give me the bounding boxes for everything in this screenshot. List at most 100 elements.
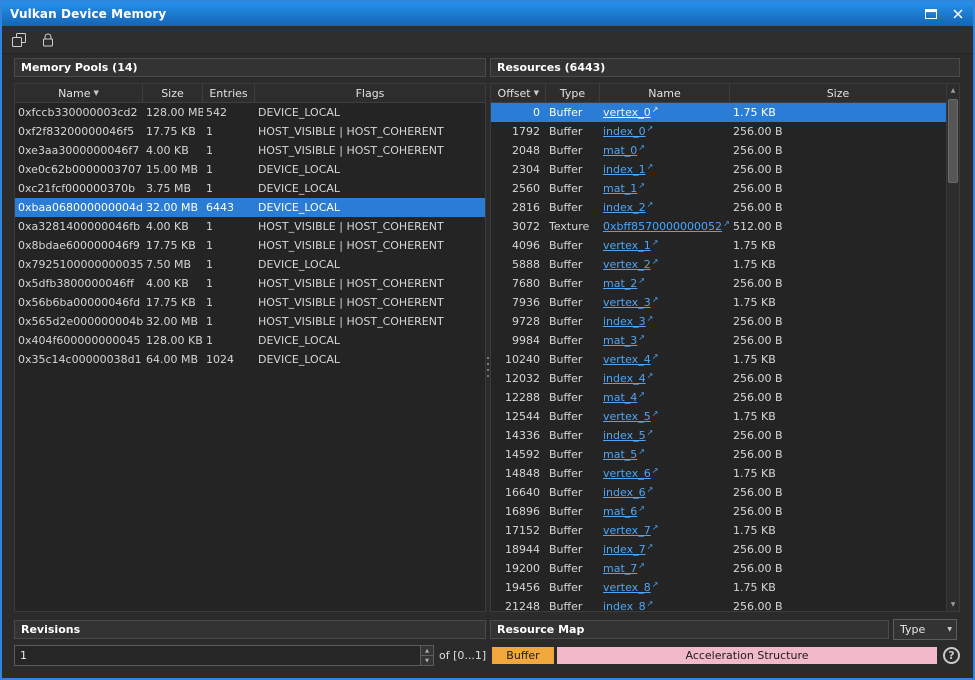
memory-pool-row[interactable]: 0xfccb330000003cd2128.00 MB542DEVICE_LOC… xyxy=(15,103,485,122)
resource-link[interactable]: index_0 xyxy=(603,125,646,138)
scrollbar-thumb[interactable] xyxy=(948,99,958,183)
revisions-header: Revisions xyxy=(14,620,486,639)
column-header-type[interactable]: Type xyxy=(546,84,600,102)
resource-row[interactable]: 19200Buffermat_7↗256.00 B xyxy=(491,559,946,578)
lock-button[interactable] xyxy=(36,29,60,51)
resource-link[interactable]: index_5 xyxy=(603,429,646,442)
external-link-icon: ↗ xyxy=(652,524,659,532)
resource-link[interactable]: vertex_3 xyxy=(603,296,651,309)
resource-row[interactable]: 2048Buffermat_0↗256.00 B xyxy=(491,141,946,160)
sort-indicator-icon: ▼ xyxy=(94,89,99,97)
scroll-down-icon[interactable]: ▼ xyxy=(947,598,959,611)
resource-link[interactable]: index_6 xyxy=(603,486,646,499)
resources-scrollbar[interactable]: ▲ ▼ xyxy=(946,84,959,611)
column-header-flags[interactable]: Flags xyxy=(255,84,485,102)
memory-pool-row[interactable]: 0xe0c62b000000370715.00 MB1DEVICE_LOCAL xyxy=(15,160,485,179)
resource-link[interactable]: vertex_6 xyxy=(603,467,651,480)
resource-map-segment-acceleration-structure[interactable]: Acceleration Structure xyxy=(557,647,937,664)
resource-row[interactable]: 17152Buffervertex_7↗1.75 KB xyxy=(491,521,946,540)
resource-link[interactable]: index_3 xyxy=(603,315,646,328)
resource-link[interactable]: index_1 xyxy=(603,163,646,176)
copy-button[interactable] xyxy=(7,29,31,51)
resource-row[interactable]: 10240Buffervertex_4↗1.75 KB xyxy=(491,350,946,369)
resource-link[interactable]: vertex_5 xyxy=(603,410,651,423)
resource-row[interactable]: 19456Buffervertex_8↗1.75 KB xyxy=(491,578,946,597)
resource-link[interactable]: vertex_7 xyxy=(603,524,651,537)
column-header-resource-size[interactable]: Size xyxy=(730,84,946,102)
resource-row[interactable]: 2560Buffermat_1↗256.00 B xyxy=(491,179,946,198)
resource-row[interactable]: 5888Buffervertex_2↗1.75 KB xyxy=(491,255,946,274)
resource-row[interactable]: 2816Bufferindex_2↗256.00 B xyxy=(491,198,946,217)
resource-link[interactable]: vertex_0 xyxy=(603,106,651,119)
resource-map-segment-buffer[interactable]: Buffer xyxy=(492,647,554,664)
memory-pool-row[interactable]: 0x8bdae600000046f917.75 KB1HOST_VISIBLE … xyxy=(15,236,485,255)
memory-pool-row[interactable]: 0x5dfb3800000046ff4.00 KB1HOST_VISIBLE |… xyxy=(15,274,485,293)
resource-link[interactable]: mat_2 xyxy=(603,277,637,290)
scroll-up-icon[interactable]: ▲ xyxy=(947,84,959,97)
resource-row[interactable]: 14592Buffermat_5↗256.00 B xyxy=(491,445,946,464)
revision-spinbox[interactable]: 1 ▲ ▼ xyxy=(14,645,434,666)
memory-pool-row[interactable]: 0x404f600000000045128.00 KB1DEVICE_LOCAL xyxy=(15,331,485,350)
column-header-entries[interactable]: Entries xyxy=(203,84,255,102)
memory-pool-row[interactable]: 0x56b6ba00000046fd17.75 KB1HOST_VISIBLE … xyxy=(15,293,485,312)
resource-row[interactable]: 14336Bufferindex_5↗256.00 B xyxy=(491,426,946,445)
memory-pools-title: Memory Pools (14) xyxy=(21,61,138,74)
memory-pool-row[interactable]: 0xf2f83200000046f517.75 KB1HOST_VISIBLE … xyxy=(15,122,485,141)
resource-link[interactable]: vertex_4 xyxy=(603,353,651,366)
resource-link[interactable]: vertex_1 xyxy=(603,239,651,252)
resource-row[interactable]: 16640Bufferindex_6↗256.00 B xyxy=(491,483,946,502)
column-header-size[interactable]: Size xyxy=(143,84,203,102)
column-header-resource-name[interactable]: Name xyxy=(600,84,730,102)
memory-pool-row[interactable]: 0x565d2e000000004b32.00 MB1HOST_VISIBLE … xyxy=(15,312,485,331)
resource-map-bar: BufferAcceleration Structure xyxy=(492,647,937,664)
resource-row[interactable]: 3072Texture0xbff8570000000052↗512.00 B xyxy=(491,217,946,236)
resource-row[interactable]: 2304Bufferindex_1↗256.00 B xyxy=(491,160,946,179)
memory-pool-row[interactable]: 0xa3281400000046fb4.00 KB1HOST_VISIBLE |… xyxy=(15,217,485,236)
resource-row[interactable]: 0Buffervertex_0↗1.75 KB xyxy=(491,103,946,122)
resource-row[interactable]: 18944Bufferindex_7↗256.00 B xyxy=(491,540,946,559)
close-button[interactable] xyxy=(950,7,965,22)
resource-row[interactable]: 21248Bufferindex_8↗256.00 B xyxy=(491,597,946,611)
help-button[interactable]: ? xyxy=(943,647,960,664)
resource-link[interactable]: index_8 xyxy=(603,600,646,611)
resource-link[interactable]: mat_3 xyxy=(603,334,637,347)
resource-row[interactable]: 7680Buffermat_2↗256.00 B xyxy=(491,274,946,293)
resource-map-title: Resource Map xyxy=(497,623,584,636)
resource-link[interactable]: vertex_8 xyxy=(603,581,651,594)
resource-link[interactable]: index_2 xyxy=(603,201,646,214)
resource-link[interactable]: index_7 xyxy=(603,543,646,556)
column-header-offset[interactable]: Offset ▼ xyxy=(491,84,546,102)
resource-row[interactable]: 12288Buffermat_4↗256.00 B xyxy=(491,388,946,407)
resource-link[interactable]: vertex_2 xyxy=(603,258,651,271)
spin-down-icon[interactable]: ▼ xyxy=(421,655,433,665)
resource-link[interactable]: mat_1 xyxy=(603,182,637,195)
resource-link[interactable]: 0xbff8570000000052 xyxy=(603,220,722,233)
column-header-name[interactable]: Name ▼ xyxy=(15,84,143,102)
spin-up-icon[interactable]: ▲ xyxy=(421,646,433,655)
chevron-down-icon: ▼ xyxy=(947,626,952,633)
memory-pool-row[interactable]: 0xbaa068000000004d32.00 MB6443DEVICE_LOC… xyxy=(15,198,485,217)
resource-link[interactable]: mat_4 xyxy=(603,391,637,404)
resource-link[interactable]: mat_7 xyxy=(603,562,637,575)
revision-value[interactable]: 1 xyxy=(15,646,420,665)
resource-map-type-dropdown[interactable]: Type ▼ xyxy=(893,619,957,640)
resource-row[interactable]: 1792Bufferindex_0↗256.00 B xyxy=(491,122,946,141)
resource-link[interactable]: index_4 xyxy=(603,372,646,385)
resource-row[interactable]: 4096Buffervertex_1↗1.75 KB xyxy=(491,236,946,255)
resource-link[interactable]: mat_0 xyxy=(603,144,637,157)
resource-link[interactable]: mat_6 xyxy=(603,505,637,518)
title-bar[interactable]: Vulkan Device Memory xyxy=(2,2,973,26)
resource-row[interactable]: 9984Buffermat_3↗256.00 B xyxy=(491,331,946,350)
memory-pool-row[interactable]: 0x35c14c00000038d164.00 MB1024DEVICE_LOC… xyxy=(15,350,485,369)
resource-row[interactable]: 9728Bufferindex_3↗256.00 B xyxy=(491,312,946,331)
resource-row[interactable]: 16896Buffermat_6↗256.00 B xyxy=(491,502,946,521)
memory-pool-row[interactable]: 0xc21fcf000000370b3.75 MB1DEVICE_LOCAL xyxy=(15,179,485,198)
resource-row[interactable]: 12544Buffervertex_5↗1.75 KB xyxy=(491,407,946,426)
resource-link[interactable]: mat_5 xyxy=(603,448,637,461)
float-window-button[interactable] xyxy=(923,7,938,22)
resource-row[interactable]: 14848Buffervertex_6↗1.75 KB xyxy=(491,464,946,483)
resource-row[interactable]: 12032Bufferindex_4↗256.00 B xyxy=(491,369,946,388)
memory-pool-row[interactable]: 0x79251000000000357.50 MB1DEVICE_LOCAL xyxy=(15,255,485,274)
resource-row[interactable]: 7936Buffervertex_3↗1.75 KB xyxy=(491,293,946,312)
memory-pool-row[interactable]: 0xe3aa3000000046f74.00 KB1HOST_VISIBLE |… xyxy=(15,141,485,160)
